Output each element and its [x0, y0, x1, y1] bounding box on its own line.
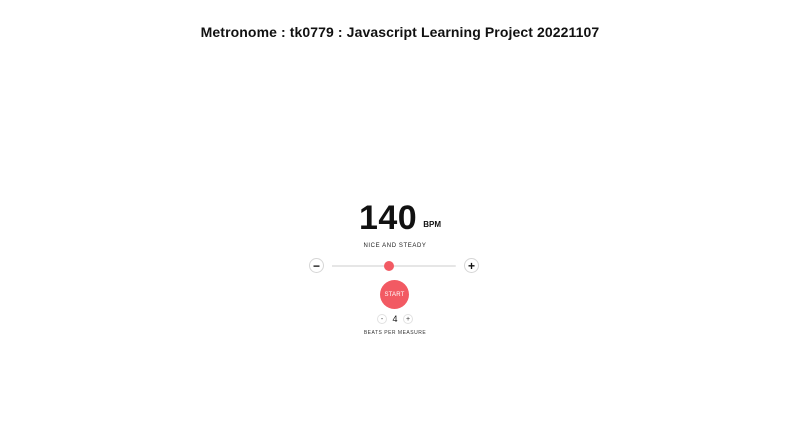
- start-button[interactable]: START: [380, 280, 409, 309]
- measure-count: 4: [392, 314, 398, 324]
- add-beats-button[interactable]: +: [403, 314, 413, 324]
- tempo-slider[interactable]: [332, 261, 456, 271]
- tempo-value: 140: [358, 199, 418, 237]
- metronome-page: Metronome : tk0779 : Javascript Learning…: [0, 0, 800, 438]
- increase-tempo-button[interactable]: +: [464, 258, 479, 273]
- beats-per-measure-control: - 4 +: [377, 313, 413, 325]
- tempo-slider-thumb[interactable]: [384, 261, 395, 271]
- decrease-tempo-button[interactable]: −: [309, 258, 324, 273]
- tempo-description: NICE AND STEADY: [363, 243, 427, 249]
- bpm-unit: BPM: [423, 220, 441, 229]
- beats-per-measure-label: BEATS PER MEASURE: [363, 330, 427, 336]
- subtract-beats-button[interactable]: -: [377, 314, 387, 324]
- page-title: Metronome : tk0779 : Javascript Learning…: [200, 24, 600, 40]
- tempo-slider-fill: [332, 265, 390, 267]
- bpm-display: 140 BPM: [300, 200, 500, 236]
- metronome-widget: 140 BPM NICE AND STEADY − + START - 4 + …: [300, 196, 500, 346]
